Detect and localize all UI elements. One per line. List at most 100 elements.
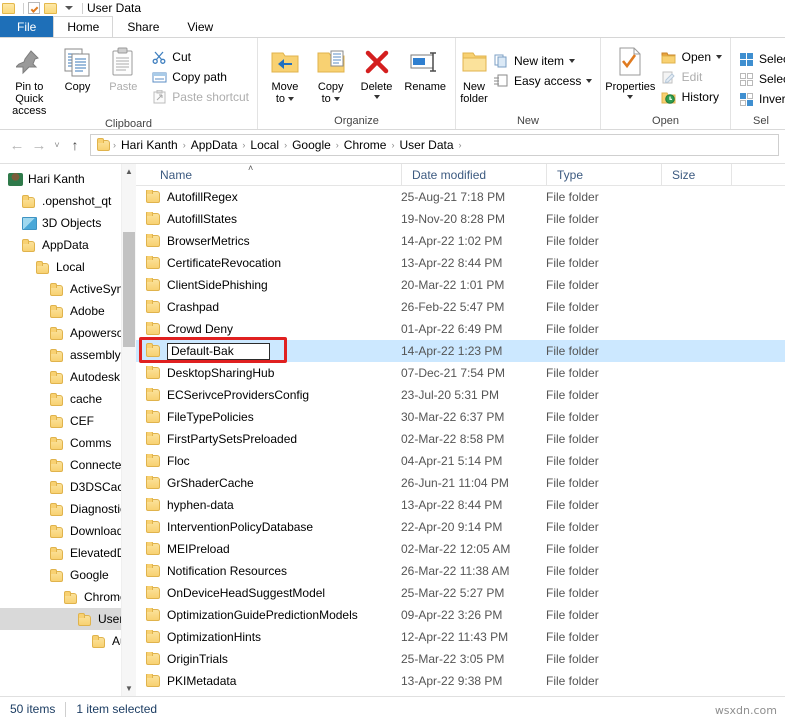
- table-row[interactable]: AutofillRegex 25-Aug-21 7:18 PM File folde…: [136, 186, 785, 208]
- easy-access-button[interactable]: Easy access: [488, 71, 596, 91]
- tree-item[interactable]: Chrome: [0, 586, 136, 608]
- new-folder-quick-icon[interactable]: [44, 2, 57, 14]
- customize-quick-access-caret-icon[interactable]: [65, 6, 73, 10]
- pin-to-quick-access-button[interactable]: Pin to Quick access: [4, 43, 55, 117]
- open-button[interactable]: Open: [656, 47, 726, 67]
- address-breadcrumb-bar[interactable]: › Hari Kanth › AppData › Local › Google …: [90, 134, 779, 156]
- easy-access-caret-icon[interactable]: [586, 79, 593, 83]
- select-none-button[interactable]: Select: [735, 69, 785, 89]
- breadcrumb-google[interactable]: Google: [288, 138, 335, 152]
- nav-scroll-down-arrow[interactable]: ▼: [122, 681, 136, 696]
- copy-to-caret-icon[interactable]: [333, 97, 340, 101]
- copy-path-button[interactable]: Copy path: [146, 67, 253, 87]
- paste-button[interactable]: Paste: [100, 43, 146, 93]
- edit-button[interactable]: Edit: [656, 67, 726, 87]
- cell-name[interactable]: AutofillStates: [136, 212, 401, 226]
- table-row[interactable]: OriginTrials 25-Mar-22 3:05 PM File folder: [136, 648, 785, 670]
- table-row[interactable]: FirstPartySetsPreloaded 02-Mar-22 8:58 PM…: [136, 428, 785, 450]
- tab-home[interactable]: Home: [53, 16, 114, 37]
- tree-item[interactable]: Autodesk: [0, 366, 136, 388]
- tree-item[interactable]: AutofillR: [0, 630, 136, 652]
- tree-item[interactable]: D3DSCache: [0, 476, 136, 498]
- table-row[interactable]: AutofillStates 19-Nov-20 8:28 PM File fold…: [136, 208, 785, 230]
- cell-name[interactable]: ECSerivceProvidersConfig: [136, 388, 401, 402]
- breadcrumb-local[interactable]: Local: [246, 138, 283, 152]
- table-row[interactable]: FileTypePolicies 30-Mar-22 6:37 PM File fo…: [136, 406, 785, 428]
- cell-name[interactable]: DesktopSharingHub: [136, 366, 401, 380]
- rename-button[interactable]: Rename: [399, 43, 451, 93]
- cell-name[interactable]: MEIPreload: [136, 542, 401, 556]
- tree-item[interactable]: ConnectedDe: [0, 454, 136, 476]
- cell-name[interactable]: GrShaderCache: [136, 476, 401, 490]
- history-button[interactable]: History: [656, 87, 726, 107]
- recent-locations-button[interactable]: ˅: [50, 134, 64, 156]
- rename-input[interactable]: Default-Bak: [167, 342, 270, 360]
- tree-item[interactable]: Hari Kanth: [0, 168, 136, 190]
- cell-name[interactable]: BrowserMetrics: [136, 234, 401, 248]
- column-header-name[interactable]: Name ˄: [136, 164, 401, 186]
- breadcrumb-appdata[interactable]: AppData: [187, 138, 242, 152]
- tree-item[interactable]: ElevatedDiagi: [0, 542, 136, 564]
- table-row[interactable]: OnDeviceHeadSuggestModel 25-Mar-22 5:27 P…: [136, 582, 785, 604]
- properties-caret-icon[interactable]: [627, 95, 634, 99]
- cell-name[interactable]: FirstPartySetsPreloaded: [136, 432, 401, 446]
- new-folder-button[interactable]: New folder: [460, 43, 488, 105]
- table-row[interactable]: Crashpad 26-Feb-22 5:47 PM File folder: [136, 296, 785, 318]
- table-row[interactable]: hyphen-data 13-Apr-22 8:44 PM File folder: [136, 494, 785, 516]
- tree-item[interactable]: ActiveSync: [0, 278, 136, 300]
- table-row[interactable]: DesktopSharingHub 07-Dec-21 7:54 PM File f…: [136, 362, 785, 384]
- cell-name[interactable]: hyphen-data: [136, 498, 401, 512]
- move-to-caret-icon[interactable]: [288, 97, 294, 101]
- invert-selection-button[interactable]: Invert: [735, 89, 785, 109]
- properties-button[interactable]: Properties: [605, 43, 656, 99]
- quick-access-folder-icon[interactable]: [2, 2, 15, 14]
- move-to-button[interactable]: Move to: [262, 43, 308, 105]
- cell-name[interactable]: OriginTrials: [136, 652, 401, 666]
- table-row[interactable]: InterventionPolicyDatabase 22-Apr-20 9:14…: [136, 516, 785, 538]
- nav-pane-scrollbar[interactable]: ▲ ▼: [121, 164, 136, 696]
- tab-file[interactable]: File: [0, 16, 54, 37]
- new-item-caret-icon[interactable]: [569, 59, 576, 63]
- table-row[interactable]: Floc 04-Apr-21 5:14 PM File folder: [136, 450, 785, 472]
- table-row[interactable]: OptimizationGuidePredictionModels 09-Apr-…: [136, 604, 785, 626]
- table-row[interactable]: ClientSidePhishing 20-Mar-22 1:01 PM File …: [136, 274, 785, 296]
- tab-share[interactable]: Share: [113, 16, 173, 37]
- paste-shortcut-button[interactable]: Paste shortcut: [146, 87, 253, 107]
- cell-name[interactable]: InterventionPolicyDatabase: [136, 520, 401, 534]
- cell-name[interactable]: ClientSidePhishing: [136, 278, 401, 292]
- new-item-button[interactable]: New item: [488, 51, 596, 71]
- cell-name[interactable]: OnDeviceHeadSuggestModel: [136, 586, 401, 600]
- tab-view[interactable]: View: [173, 16, 227, 37]
- tree-item[interactable]: .openshot_qt: [0, 190, 136, 212]
- tree-item[interactable]: Comms: [0, 432, 136, 454]
- tree-item[interactable]: cache: [0, 388, 136, 410]
- cell-name[interactable]: Notification Resources: [136, 564, 401, 578]
- copy-button[interactable]: Copy: [55, 43, 101, 93]
- tree-item[interactable]: AppData: [0, 234, 136, 256]
- properties-check-icon[interactable]: [28, 2, 40, 14]
- table-row[interactable]: CertificateRevocation 13-Apr-22 8:44 PM Fi…: [136, 252, 785, 274]
- table-row[interactable]: GrShaderCache 26-Jun-21 11:04 PM File fold…: [136, 472, 785, 494]
- open-caret-icon[interactable]: [716, 55, 722, 59]
- column-header-spacer[interactable]: [731, 164, 771, 186]
- nav-scroll-thumb[interactable]: [123, 232, 135, 347]
- cell-name[interactable]: CertificateRevocation: [136, 256, 401, 270]
- table-row[interactable]: OptimizationHints 12-Apr-22 11:43 PM File …: [136, 626, 785, 648]
- table-row[interactable]: ECSerivceProvidersConfig 23-Jul-20 5:31 P…: [136, 384, 785, 406]
- column-header-type[interactable]: Type: [546, 164, 661, 186]
- tree-item[interactable]: Apowersoft: [0, 322, 136, 344]
- cell-name[interactable]: Crashpad: [136, 300, 401, 314]
- cell-name[interactable]: FileTypePolicies: [136, 410, 401, 424]
- tree-item[interactable]: assembly: [0, 344, 136, 366]
- select-all-button[interactable]: Select: [735, 49, 785, 69]
- cell-name[interactable]: OptimizationHints: [136, 630, 401, 644]
- cell-name[interactable]: PKIMetadata: [136, 674, 401, 688]
- table-row[interactable]: Crowd Deny 01-Apr-22 6:49 PM File folder: [136, 318, 785, 340]
- delete-button[interactable]: Delete: [354, 43, 400, 99]
- cell-name[interactable]: OptimizationGuidePredictionModels: [136, 608, 401, 622]
- tree-item[interactable]: CEF: [0, 410, 136, 432]
- table-row[interactable]: MEIPreload 02-Mar-22 12:05 AM File folder: [136, 538, 785, 560]
- table-row[interactable]: BrowserMetrics 14-Apr-22 1:02 PM File fold…: [136, 230, 785, 252]
- forward-button[interactable]: →: [28, 134, 50, 156]
- tree-item[interactable]: User Data: [0, 608, 136, 630]
